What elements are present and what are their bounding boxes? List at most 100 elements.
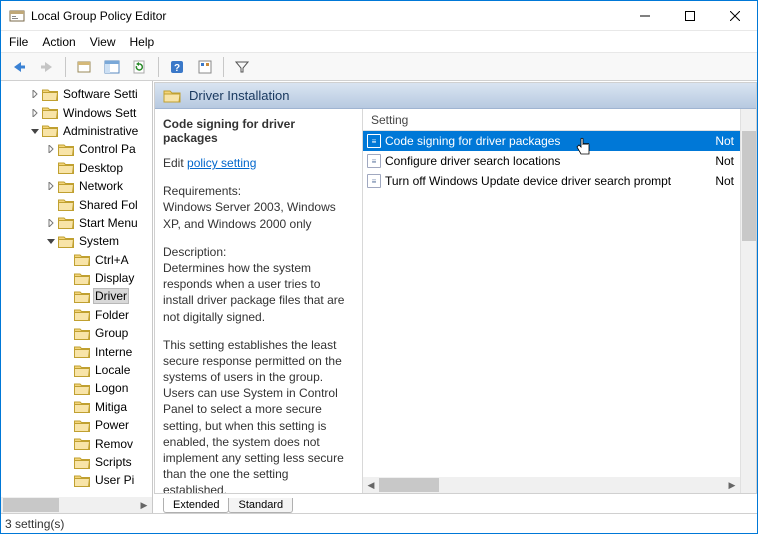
policy-icon: ≡ [367,134,381,148]
expander-blank [61,309,73,321]
tree-item-label: Power [94,418,130,432]
tree-item[interactable]: Mitiga [1,398,152,416]
policy-icon: ≡ [367,154,381,168]
tree-horizontal-scrollbar[interactable]: ▶ [1,497,152,513]
tree-item-label: Windows Sett [62,106,137,120]
detail-desc-label: Description: [163,245,226,259]
menu-view[interactable]: View [90,35,116,49]
tree-item[interactable]: Network [1,177,152,195]
toolbar-pane-icon[interactable] [100,56,124,78]
list-row-state: Not [715,174,740,188]
list-row-state: Not [715,134,740,148]
tree-item[interactable]: Display [1,269,152,287]
minimize-button[interactable] [622,1,667,30]
expander-blank [45,162,57,174]
tree-item-label: System [78,234,120,248]
forward-button[interactable] [35,56,59,78]
toolbar: ? [1,53,757,81]
tree-item[interactable]: Folder [1,306,152,324]
breadcrumb-title: Driver Installation [189,88,289,103]
tab-standard[interactable]: Standard [228,498,293,513]
list-row[interactable]: ≡Code signing for driver packagesNot [363,131,740,151]
tree-item-label: Control Pa [78,142,137,156]
maximize-button[interactable] [667,1,712,30]
tree-item-label: Mitiga [94,400,128,414]
tree-item-label: Administrative [62,124,139,138]
expander-blank [61,364,73,376]
chevron-down-icon[interactable] [29,125,41,137]
expander-blank [45,199,57,211]
chevron-right-icon[interactable] [45,180,57,192]
list-vertical-scrollbar[interactable] [740,109,756,493]
back-button[interactable] [7,56,31,78]
app-icon [9,8,25,24]
tree-item[interactable]: Windows Sett [1,103,152,121]
expander-blank [61,456,73,468]
tree-item[interactable]: Driver [1,287,152,305]
list-header[interactable]: Setting [363,109,740,131]
toolbar-refresh-icon[interactable] [128,56,152,78]
tree-item-label: Driver [94,289,128,303]
tree-item[interactable]: Software Setti [1,85,152,103]
menu-action[interactable]: Action [42,35,75,49]
status-bar: 3 setting(s) [1,513,757,533]
tree-item[interactable]: Shared Fol [1,195,152,213]
toolbar-options-icon[interactable] [193,56,217,78]
chevron-right-icon[interactable] [45,217,57,229]
tree-item[interactable]: Ctrl+A [1,251,152,269]
tree-item-label: Group [94,326,129,340]
tree-item-label: Logon [94,381,129,395]
list-row-label: Turn off Windows Update device driver se… [385,174,671,188]
tree-item[interactable]: Start Menu [1,214,152,232]
tree-item[interactable]: User Pi [1,471,152,489]
tree-item-label: Display [94,271,135,285]
chevron-down-icon[interactable] [45,235,57,247]
tab-extended[interactable]: Extended [163,498,229,513]
expander-blank [61,438,73,450]
expander-blank [61,401,73,413]
detail-pane: Code signing for driver packages Edit po… [155,109,363,493]
list-row-label: Configure driver search locations [385,154,560,168]
list-header-setting[interactable]: Setting [371,113,408,127]
list-row[interactable]: ≡Configure driver search locationsNot [363,151,740,171]
tree-item[interactable]: Administrative [1,122,152,140]
tabs: Extended Standard [153,494,757,513]
chevron-right-icon[interactable] [29,88,41,100]
toolbar-filter-icon[interactable] [230,56,254,78]
chevron-right-icon[interactable] [29,107,41,119]
toolbar-help-icon[interactable]: ? [165,56,189,78]
title-bar: Local Group Policy Editor [1,1,757,31]
close-button[interactable] [712,1,757,30]
tree-pane[interactable]: Software Setti Windows Sett Administrative… [1,81,153,513]
expander-blank [61,327,73,339]
tree-item-label: Interne [94,345,133,359]
tree-item[interactable]: Group [1,324,152,342]
expander-blank [61,419,73,431]
tree-item[interactable]: Power [1,416,152,434]
list-horizontal-scrollbar[interactable]: ◀▶ [363,477,740,493]
menu-help[interactable]: Help [130,35,155,49]
toolbar-properties-icon[interactable] [72,56,96,78]
tree-item[interactable]: Locale [1,361,152,379]
tree-item[interactable]: Scripts [1,453,152,471]
tree-item[interactable]: Desktop [1,159,152,177]
tree-item[interactable]: Remov [1,434,152,452]
list-row[interactable]: ≡ Turn off Windows Update device driver s… [363,171,740,191]
expander-blank [61,254,73,266]
menu-bar: File Action View Help [1,31,757,53]
expander-blank [61,346,73,358]
tree-item-label: User Pi [94,473,135,487]
policy-icon: ≡ [367,174,381,188]
tree-item[interactable]: Control Pa [1,140,152,158]
tree-item[interactable]: System [1,232,152,250]
tree-item-label: Scripts [94,455,133,469]
tree-item[interactable]: Interne [1,342,152,360]
detail-req-label: Requirements: [163,184,241,198]
chevron-right-icon[interactable] [45,143,57,155]
tree-item[interactable]: Logon [1,379,152,397]
detail-desc-text2: This setting establishes the least secur… [163,337,352,493]
detail-edit-prefix: Edit [163,156,187,170]
tree-item-label: Folder [94,308,130,322]
menu-file[interactable]: File [9,35,28,49]
edit-policy-link[interactable]: policy setting [187,156,256,170]
